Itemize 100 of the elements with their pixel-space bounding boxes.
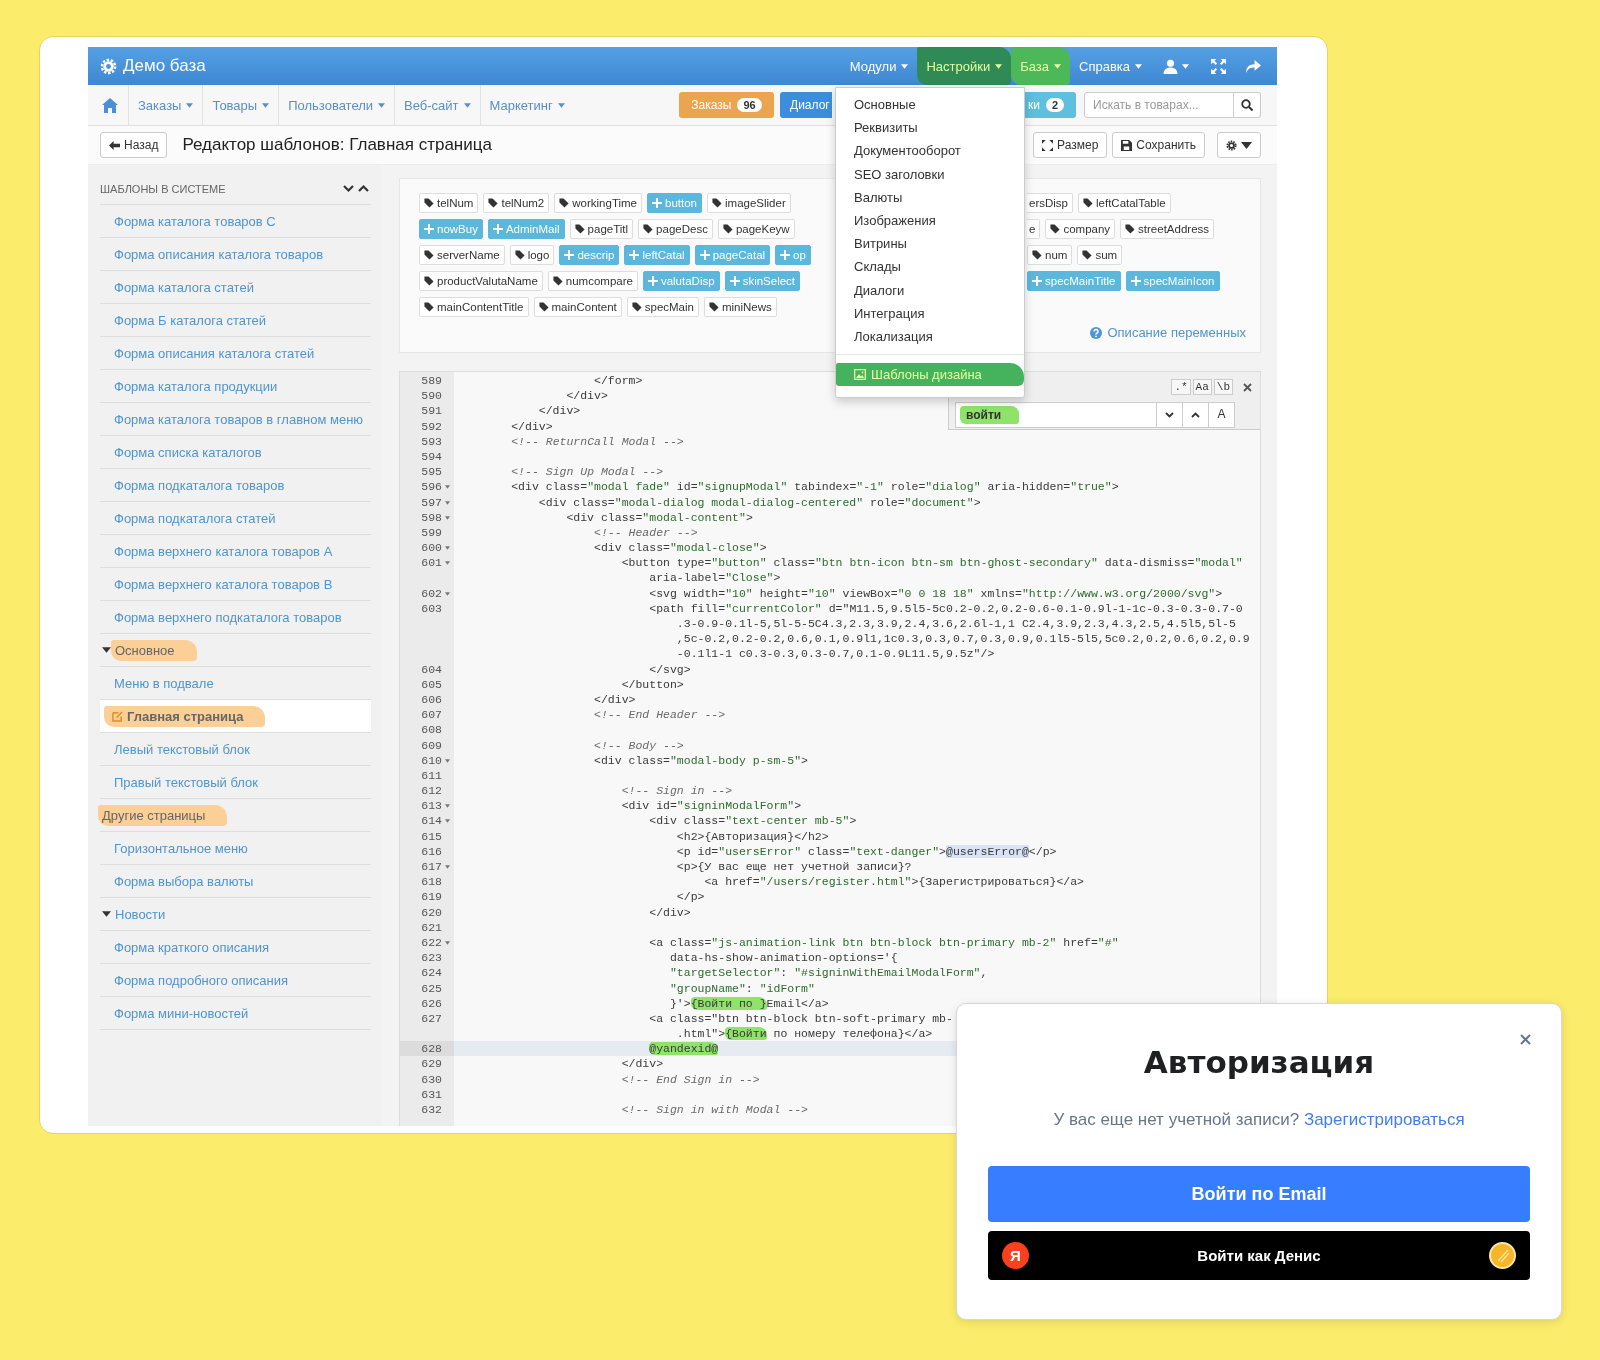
variable-tag[interactable]: specMainTitle [1027,271,1121,291]
sidebar-item[interactable]: Форма каталога товаров в главном меню [100,403,371,436]
sidebar-item[interactable]: Форма списка каталогов [100,436,371,469]
home-icon[interactable] [102,97,118,113]
sidebar-item[interactable]: Форма верхнего каталога товаров В [100,568,371,601]
fold-caret-icon[interactable] [445,546,450,551]
variable-tag[interactable]: leftCatalTable [1078,193,1171,213]
variable-tag[interactable]: e [1027,219,1041,239]
settings-button[interactable] [1217,132,1261,158]
variable-tag[interactable]: descrip [559,245,620,265]
sidebar-item[interactable]: Главная страница [100,700,371,733]
find-field[interactable]: войти [955,402,1157,428]
nav-menu[interactable]: Веб-сайт [394,85,480,125]
variable-tag[interactable]: op [775,245,811,265]
variable-tag[interactable]: logo [509,245,555,265]
variable-tag[interactable]: pageDesc [638,219,713,239]
caret-icon[interactable] [102,911,111,917]
help-link[interactable]: Описание переменных [1090,325,1246,340]
fold-caret-icon[interactable] [445,591,450,596]
variable-tag[interactable]: pageKeyw [717,219,795,239]
previous-button[interactable] [1183,402,1209,428]
sidebar-item[interactable]: Горизонтальное меню [100,832,371,865]
variable-tag[interactable]: specMain [626,297,699,317]
register-link[interactable]: Зарегистрироваться [1303,1110,1465,1129]
variable-tag[interactable]: mainContent [533,297,622,317]
option-toggle[interactable]: .* [1171,379,1191,395]
nav-menu[interactable]: Пользователи [278,85,395,125]
variable-tag[interactable]: button [647,193,702,213]
tree-group[interactable]: Другие страницы [100,799,371,832]
variable-tag[interactable]: streetAddress [1120,219,1215,239]
variable-tag[interactable]: miniNews [703,297,777,317]
fold-caret-icon[interactable] [445,804,450,809]
variable-tag[interactable]: pageTitl [569,219,634,239]
variable-tag[interactable]: valutaDisp [642,271,720,291]
fold-caret-icon[interactable] [445,561,450,566]
sidebar-item[interactable]: Правый текстовый блок [100,766,371,799]
dropdown-item[interactable]: Реквизиты [836,116,1024,140]
variable-tag[interactable]: skinSelect [724,271,801,291]
sidebar-item[interactable]: Форма каталога статей [100,271,371,304]
next-button[interactable] [1157,402,1183,428]
variable-tag[interactable]: numcompare [547,271,638,291]
sidebar-item[interactable]: Форма краткого описания [100,931,371,964]
nav-button[interactable]: Заказы 96 [679,92,774,118]
dropdown-item[interactable]: Интеграция [836,301,1024,325]
find-all-button[interactable]: A [1209,402,1235,428]
variable-tag[interactable]: serverName [419,245,505,265]
variable-tag[interactable]: productValutaName [419,271,543,291]
variable-tag[interactable]: num [1027,245,1073,265]
sidebar-item[interactable]: Форма подкаталога товаров [100,469,371,502]
dropdown-item[interactable]: Основные [836,93,1024,117]
close-icon[interactable] [1520,1034,1531,1045]
variable-tag[interactable]: AdminMail [487,219,565,239]
nav-menu[interactable]: Заказы [128,85,203,125]
fold-caret-icon[interactable] [445,485,450,490]
sidebar-item[interactable]: Форма Б каталога статей [100,304,371,337]
share-icon[interactable] [1246,58,1261,74]
option-toggle[interactable]: Aa [1192,379,1212,395]
fold-caret-icon[interactable] [445,819,450,824]
sidebar-item[interactable]: Форма мини-новостей [100,997,371,1030]
toolbar-button[interactable]: Сохранить [1112,132,1205,158]
fold-caret-icon[interactable] [445,758,450,763]
caret-icon[interactable] [102,647,111,653]
sidebar-item[interactable]: Форма подробного описания [100,964,371,997]
close-icon[interactable] [1243,382,1252,392]
variable-tag[interactable]: sum [1077,245,1123,265]
variable-tag[interactable]: telNum2 [483,193,550,213]
dropdown-item[interactable]: Склады [836,255,1024,279]
search-button[interactable] [1234,92,1261,118]
variable-tag[interactable]: workingTime [554,193,643,213]
dropdown-item[interactable]: Диалоги [836,278,1024,302]
back-button[interactable]: Назад [100,132,168,158]
sidebar-item[interactable]: Форма описания каталога товаров [100,238,371,271]
fold-caret-icon[interactable] [445,515,450,520]
sidebar-item[interactable]: Форма подкаталога статей [100,502,371,535]
variable-tag[interactable]: company [1045,219,1116,239]
variable-tag[interactable]: specMainIcon [1125,271,1220,291]
dropdown-item[interactable]: Валюты [836,185,1024,209]
dropdown-item[interactable]: Локализация [836,324,1024,349]
sidebar-item[interactable]: Левый текстовый блок [100,733,371,766]
fold-caret-icon[interactable] [445,940,450,945]
search-field[interactable]: Искать в товарах... [1084,92,1234,118]
sidebar-item[interactable]: Форма выбора валюты [100,865,371,898]
tree-group[interactable]: Новости [100,898,371,931]
menu-item[interactable]: Модули [840,47,918,85]
dropdown-item[interactable]: Документооборот [836,139,1024,163]
tree-group[interactable]: Основное [100,634,371,667]
variable-tag[interactable]: ersDisp [1027,193,1073,213]
menu-item[interactable]: Справка [1070,47,1151,85]
fullscreen-icon[interactable] [1211,58,1226,74]
email-login-button[interactable]: Войти по Email [988,1166,1530,1222]
nav-menu[interactable]: Маркетинг [479,85,574,125]
menu-item[interactable]: База [1011,47,1070,85]
chevron-down-icon[interactable] [343,184,354,193]
dropdown-item[interactable]: Шаблоны дизайна [836,363,1024,387]
dropdown-item[interactable]: SEO заголовки [836,162,1024,186]
nav-button[interactable]: ки 2 [1022,92,1076,118]
menu-item[interactable]: Настройки [917,47,1012,85]
variable-tag[interactable]: pageCatal [694,245,771,265]
variable-tag[interactable]: imageSlider [707,193,791,213]
variable-tag[interactable]: mainContentTitle [419,297,529,317]
